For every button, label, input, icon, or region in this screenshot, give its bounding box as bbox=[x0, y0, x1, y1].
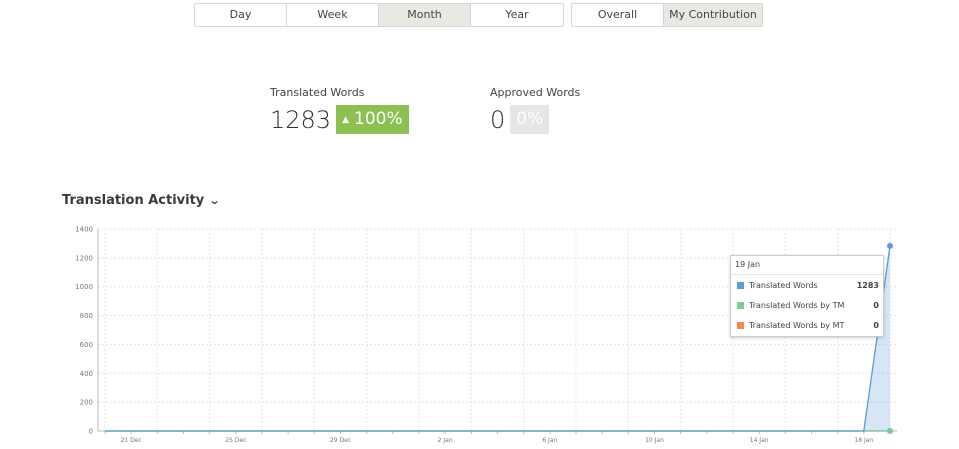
tooltip-series-name: Translated Words by MT bbox=[749, 320, 845, 330]
tab-my-contribution[interactable]: My Contribution bbox=[664, 4, 762, 26]
series-point bbox=[887, 242, 893, 249]
legend-swatch-mt bbox=[737, 321, 744, 329]
y-tick-label: 800 bbox=[80, 312, 93, 320]
tooltip-date: 19 Jan bbox=[731, 256, 883, 275]
tab-overall[interactable]: Overall bbox=[572, 4, 664, 26]
translated-words-stat: Translated Words 1283 ▲ 100% bbox=[270, 86, 409, 134]
tooltip-row: Translated Words by TM 0 bbox=[731, 295, 883, 315]
tooltip-series-value: 0 bbox=[873, 300, 879, 310]
tooltip-row: Translated Words 1283 bbox=[731, 275, 883, 295]
y-tick-label: 0 bbox=[89, 428, 93, 436]
x-tick-label: 6 Jan bbox=[542, 437, 557, 444]
tooltip-series-name: Translated Words by TM bbox=[749, 300, 845, 310]
translation-activity-dropdown[interactable]: Translation Activity ⌄ bbox=[62, 193, 221, 208]
x-tick-label: 18 Jan bbox=[854, 437, 873, 444]
translated-words-value: 1283 bbox=[270, 105, 332, 134]
x-tick-label: 25 Dec bbox=[225, 437, 246, 444]
approved-words-stat: Approved Words 0 0% bbox=[490, 86, 580, 134]
tab-month[interactable]: Month bbox=[379, 4, 471, 26]
approved-words-label: Approved Words bbox=[490, 86, 581, 99]
translated-words-label: Translated Words bbox=[270, 86, 365, 99]
chevron-down-icon: ⌄ bbox=[208, 194, 221, 207]
up-arrow-icon: ▲ bbox=[342, 115, 349, 125]
y-tick-label: 1400 bbox=[75, 226, 93, 234]
y-tick-label: 200 bbox=[80, 399, 93, 407]
translated-change-badge: ▲ 100% bbox=[336, 105, 409, 134]
tab-week[interactable]: Week bbox=[287, 4, 379, 26]
x-tick-label: 21 Dec bbox=[121, 437, 142, 444]
period-selector: Day Week Month Year bbox=[194, 3, 564, 27]
tooltip-series-value: 0 bbox=[873, 320, 879, 330]
legend-swatch-translated bbox=[737, 281, 744, 289]
tooltip-series-name: Translated Words bbox=[749, 280, 818, 290]
x-tick-label: 2 Jan bbox=[438, 437, 453, 444]
x-tick-label: 29 Dec bbox=[330, 437, 351, 444]
approved-words-value: 0 bbox=[490, 105, 506, 134]
y-tick-label: 1200 bbox=[75, 254, 93, 262]
section-title: Translation Activity bbox=[62, 193, 205, 208]
y-tick-label: 1000 bbox=[75, 283, 93, 291]
approved-change-badge: 0% bbox=[510, 105, 550, 134]
translated-change-value: 100% bbox=[354, 109, 403, 129]
chart-tooltip: 19 Jan Translated Words 1283 Translated … bbox=[730, 255, 884, 337]
tab-day[interactable]: Day bbox=[195, 4, 287, 26]
x-tick-label: 10 Jan bbox=[645, 437, 664, 444]
scope-selector: Overall My Contribution bbox=[571, 3, 763, 27]
y-tick-label: 400 bbox=[80, 370, 93, 378]
tooltip-series-value: 1283 bbox=[856, 280, 879, 290]
x-tick-label: 14 Jan bbox=[750, 437, 769, 444]
tooltip-row: Translated Words by MT 0 bbox=[731, 315, 883, 335]
y-tick-label: 600 bbox=[80, 341, 93, 349]
tab-year[interactable]: Year bbox=[471, 4, 563, 26]
legend-swatch-tm bbox=[737, 301, 744, 309]
